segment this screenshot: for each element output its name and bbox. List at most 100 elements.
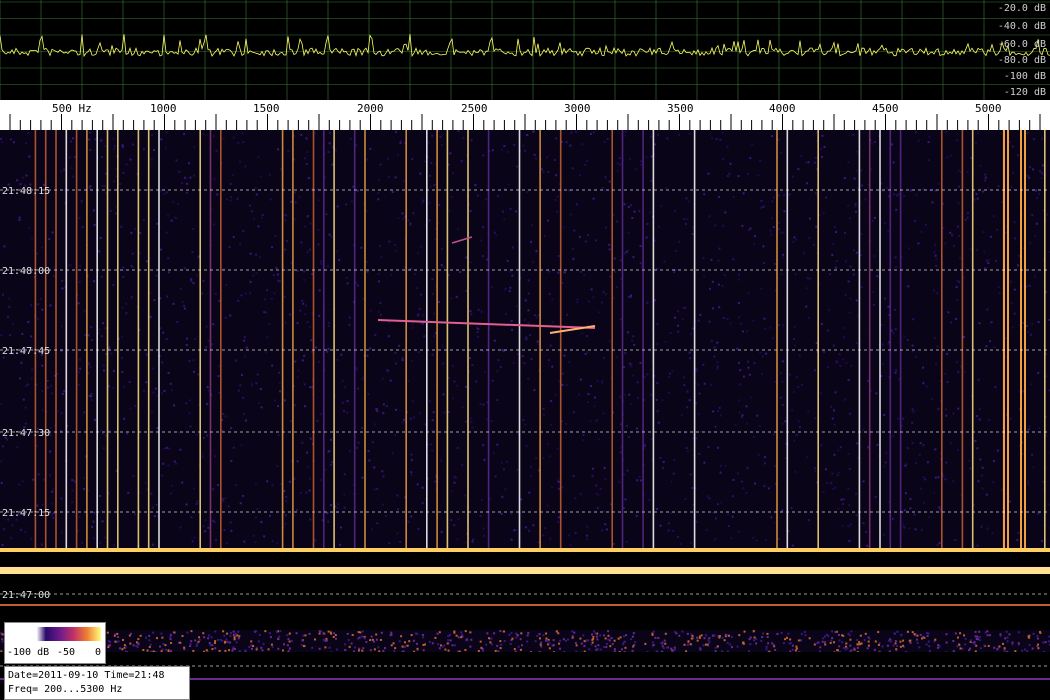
waterfall-noise — [386, 405, 388, 407]
waterfall-noise — [552, 645, 554, 647]
waterfall-noise — [902, 418, 904, 420]
waterfall-noise — [464, 649, 466, 651]
waterfall-noise — [196, 503, 198, 505]
waterfall-noise — [541, 168, 543, 170]
waterfall-noise — [198, 641, 200, 643]
waterfall-noise — [762, 632, 764, 634]
waterfall-noise — [492, 149, 494, 151]
waterfall-noise — [915, 131, 917, 133]
waterfall-noise — [730, 163, 732, 165]
waterfall-noise — [896, 645, 898, 647]
waterfall-noise — [471, 427, 473, 429]
waterfall-noise — [892, 435, 894, 437]
waterfall-noise — [866, 545, 868, 547]
waterfall-noise — [934, 639, 936, 641]
waterfall-noise — [0, 403, 2, 405]
waterfall-noise — [958, 170, 960, 172]
waterfall-noise — [965, 219, 967, 221]
waterfall-noise — [329, 132, 331, 134]
waterfall-noise — [825, 468, 827, 470]
waterfall-noise — [824, 641, 826, 643]
waterfall-noise — [1029, 242, 1031, 244]
waterfall-noise — [98, 250, 100, 252]
waterfall-noise — [416, 287, 418, 289]
waterfall-noise — [651, 633, 653, 635]
waterfall-noise — [303, 355, 305, 357]
waterfall-noise — [156, 427, 158, 429]
waterfall-noise — [525, 526, 527, 528]
waterfall-noise — [657, 637, 659, 639]
waterfall-noise — [931, 201, 933, 203]
waterfall-noise — [429, 400, 431, 402]
waterfall-noise — [741, 416, 743, 418]
waterfall-noise — [30, 538, 32, 540]
waterfall-noise — [441, 144, 443, 146]
waterfall-noise — [745, 405, 747, 407]
waterfall-noise — [402, 357, 404, 359]
waterfall-noise — [237, 631, 239, 633]
waterfall-noise — [277, 405, 279, 407]
waterfall-noise — [471, 364, 473, 366]
waterfall-noise — [628, 394, 630, 396]
waterfall-noise — [69, 157, 71, 159]
waterfall-noise — [113, 180, 115, 182]
waterfall-noise — [19, 217, 21, 219]
waterfall-noise — [284, 399, 286, 401]
waterfall-display[interactable]: 21:48:15 21:48:00 21:47:45 21:47:30 21:4… — [0, 130, 1050, 699]
waterfall-noise — [382, 378, 384, 380]
waterfall-noise — [388, 241, 390, 243]
waterfall-noise — [271, 298, 273, 300]
waterfall-noise — [739, 411, 741, 413]
waterfall-noise — [339, 544, 341, 546]
waterfall-noise — [186, 183, 188, 185]
waterfall-noise — [457, 518, 459, 520]
waterfall-noise — [20, 529, 22, 531]
waterfall-noise — [400, 635, 402, 637]
waterfall-noise — [894, 633, 896, 635]
waterfall-noise — [745, 492, 747, 494]
waterfall-noise — [503, 145, 505, 147]
waterfall-noise — [632, 646, 634, 648]
waterfall-carrier — [66, 130, 68, 550]
waterfall-noise — [703, 644, 705, 646]
waterfall-gap — [0, 552, 1050, 566]
waterfall-noise — [410, 268, 412, 270]
waterfall-noise — [177, 203, 179, 205]
waterfall-noise — [792, 176, 794, 178]
waterfall-noise — [301, 300, 303, 302]
waterfall-noise — [11, 524, 13, 526]
waterfall-noise — [907, 447, 909, 449]
waterfall-noise — [546, 156, 548, 158]
waterfall-noise — [238, 637, 240, 639]
waterfall-noise — [113, 370, 115, 372]
waterfall-noise — [1026, 325, 1028, 327]
waterfall-noise — [933, 492, 935, 494]
waterfall-noise — [798, 639, 800, 641]
waterfall-noise — [1036, 635, 1038, 637]
waterfall-noise — [304, 313, 306, 315]
waterfall-noise — [170, 642, 172, 644]
waterfall-noise — [360, 247, 362, 249]
waterfall-noise — [993, 215, 995, 217]
waterfall-noise — [193, 488, 195, 490]
waterfall-noise — [189, 177, 191, 179]
waterfall-noise — [452, 365, 454, 367]
waterfall-noise — [874, 217, 876, 219]
waterfall-noise — [727, 318, 729, 320]
waterfall-noise — [307, 251, 309, 253]
waterfall-noise — [838, 634, 840, 636]
waterfall-noise — [302, 359, 304, 361]
waterfall-noise — [821, 323, 823, 325]
frequency-axis[interactable]: 500 Hz 1000 1500 2000 2500 3000 3500 400… — [0, 100, 1050, 130]
waterfall-noise — [981, 526, 983, 528]
waterfall-noise — [763, 485, 765, 487]
waterfall-noise — [865, 633, 867, 635]
waterfall-noise — [528, 279, 530, 281]
waterfall-noise — [946, 353, 948, 355]
waterfall-noise — [392, 452, 394, 454]
waterfall-noise — [299, 310, 301, 312]
waterfall-noise — [174, 461, 176, 463]
waterfall-noise — [316, 420, 318, 422]
waterfall-noise — [160, 633, 162, 635]
waterfall-noise — [507, 151, 509, 153]
